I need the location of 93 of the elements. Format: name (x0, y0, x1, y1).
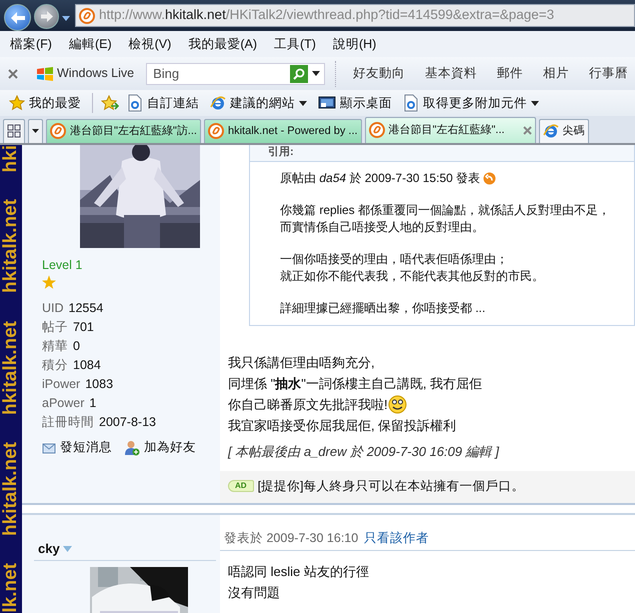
add-favorite-icon[interactable] (101, 95, 119, 112)
menu-item[interactable]: 我的最愛(A) (188, 34, 257, 54)
browser-tab[interactable]: 港台節目"左右紅藍綠"... (364, 116, 536, 143)
favorites-button[interactable]: 我的最愛 (6, 94, 84, 113)
browser-tab[interactable]: 尖碼 (538, 118, 589, 143)
search-icon (293, 68, 305, 80)
history-caret-icon[interactable] (62, 16, 70, 21)
site-banner-text: hkitalk.net (0, 442, 22, 536)
quote-text: 就正如你不能代表我，不能代表其他反對的市民。 (280, 268, 545, 285)
stat-label: 積分 (42, 358, 68, 372)
browser-logo-icon (542, 123, 559, 140)
stat-value: 701 (73, 320, 94, 334)
site-banner-text: hkitalk.net (0, 320, 22, 415)
author-only-link[interactable]: 只看該作者 (364, 528, 430, 548)
quote-text: 詳細理據已經擺晒出黎，你唔接受都 ... (280, 300, 486, 317)
browser-logo-icon (210, 95, 226, 112)
desktop-icon (318, 95, 336, 112)
favorites-link[interactable]: 自訂連結 (124, 94, 202, 113)
stat-value: 2007-8-13 (99, 415, 156, 430)
windows-flag-icon (36, 66, 54, 82)
stat-label: aPower (42, 396, 84, 410)
message-text: 同埋係 "抽水"一詞係樓主自己講既, 我冇屈佢 (228, 374, 482, 393)
favorites-link[interactable]: 顯示桌面 (315, 94, 395, 113)
caret-icon (32, 129, 39, 134)
toolbar-link[interactable]: 行事曆 (582, 64, 635, 84)
search-box[interactable]: Bing (146, 62, 325, 85)
windows-live-link[interactable]: Windows Live (36, 64, 134, 84)
page-icon (127, 94, 143, 112)
browser-tab[interactable]: hkitalk.net - Powered by ... (204, 118, 362, 143)
profile-action-link[interactable]: 發短消息 (42, 438, 112, 458)
stat-label: 帖子 (42, 320, 68, 334)
stat-value: 0 (73, 339, 80, 354)
message-text: 沒有問題 (228, 584, 280, 602)
site-banner-text: lk.net (0, 563, 22, 613)
stat-value: 1 (89, 396, 96, 410)
grid-icon (7, 124, 21, 138)
profile-action-link[interactable]: 加為好友 (124, 438, 196, 458)
back-button[interactable] (4, 4, 31, 31)
site-logo-icon (208, 123, 224, 140)
stat-value: 1084 (73, 358, 101, 372)
quote-text: 一個你唔接受的理由，唔代表佢唔係理由； (280, 250, 509, 268)
caret-icon[interactable] (312, 71, 320, 76)
back-arrow-icon (10, 12, 24, 24)
quote-title: 引用: (250, 144, 634, 162)
message-text: 我只係講佢理由唔夠充分, (228, 354, 375, 372)
post-date: 發表於 2009-7-30 16:10 (224, 530, 358, 547)
quote-byline: 原帖由 da54 於 2009-7-30 15:50 發表 (280, 170, 480, 187)
toolbar-link[interactable]: 基本資料 (418, 64, 484, 84)
edit-note: [ 本帖最後由 a_drew 於 2009-7-30 16:09 編輯 ] (228, 442, 500, 461)
site-logo-icon (79, 8, 95, 24)
toolbar-link[interactable]: 郵件 (490, 64, 530, 84)
site-logo-icon (368, 122, 385, 138)
menu-item[interactable]: 工具(T) (274, 34, 316, 54)
message-text: 唔認同 leslie 站友的行徑 (228, 562, 369, 581)
stat-value: 1083 (85, 377, 114, 392)
address-field[interactable]: http://www.hkitalk.net/HKiTalk2/viewthread.php?tid=414599&extra=&page=3 (75, 4, 635, 27)
close-icon[interactable] (8, 68, 18, 79)
ad-badge: AD (228, 480, 254, 492)
page-icon (403, 94, 419, 112)
site-logo-icon (50, 123, 66, 140)
menu-item[interactable]: 檔案(F) (10, 34, 52, 54)
close-icon[interactable] (522, 126, 532, 135)
tab-list-button[interactable] (28, 118, 43, 143)
menu-item[interactable]: 編輯(E) (68, 34, 112, 54)
level-label: Level 1 (42, 256, 84, 274)
site-banner-text: hkitalk.net (0, 199, 22, 294)
site-banner-text: hki (0, 144, 22, 172)
toolbar-link[interactable]: 相片 (536, 64, 576, 84)
stat-label: iPower (42, 377, 80, 392)
envelope-icon (42, 442, 56, 454)
favorites-link[interactable]: 取得更多附加元件 (400, 94, 542, 113)
stat-label: 註冊時間 (42, 415, 94, 430)
caret-icon (62, 546, 72, 552)
quote-text: 你幾篇 replies 都係重覆同一個論點，就係話人反對理由不足， (280, 202, 612, 219)
message-text: 你自己睇番原文先批評我啦! (228, 396, 388, 414)
ad-text: [提提你]每人終身只可以在本站擁有一個戶口。 (258, 478, 525, 496)
add-user-icon (124, 440, 140, 456)
search-field[interactable]: Bing (151, 62, 290, 84)
star-icon (9, 95, 25, 112)
forward-button[interactable] (34, 4, 59, 29)
browser-tab[interactable]: 港台節目"左右紅藍綠"訪... (46, 118, 201, 143)
quick-tabs-button[interactable] (3, 118, 25, 143)
message-text: 我宜家唔接受你屈我屈佢, 保留投訴權利 (228, 416, 456, 435)
stat-label: 精華 (42, 339, 68, 354)
menu-item[interactable]: 說明(H) (332, 34, 376, 54)
quote-text: 而實情係自己唔接受人地的反對理由。 (280, 218, 485, 236)
stat-value: 12554 (68, 301, 104, 316)
forward-arrow-icon (40, 11, 52, 22)
stat-label: UID (42, 301, 64, 316)
search-button[interactable] (290, 64, 308, 83)
toolbar-link[interactable]: 好友動向 (346, 64, 412, 84)
menu-item[interactable]: 檢視(V) (128, 34, 172, 54)
favorites-link[interactable]: 建議的網站 (207, 94, 310, 113)
